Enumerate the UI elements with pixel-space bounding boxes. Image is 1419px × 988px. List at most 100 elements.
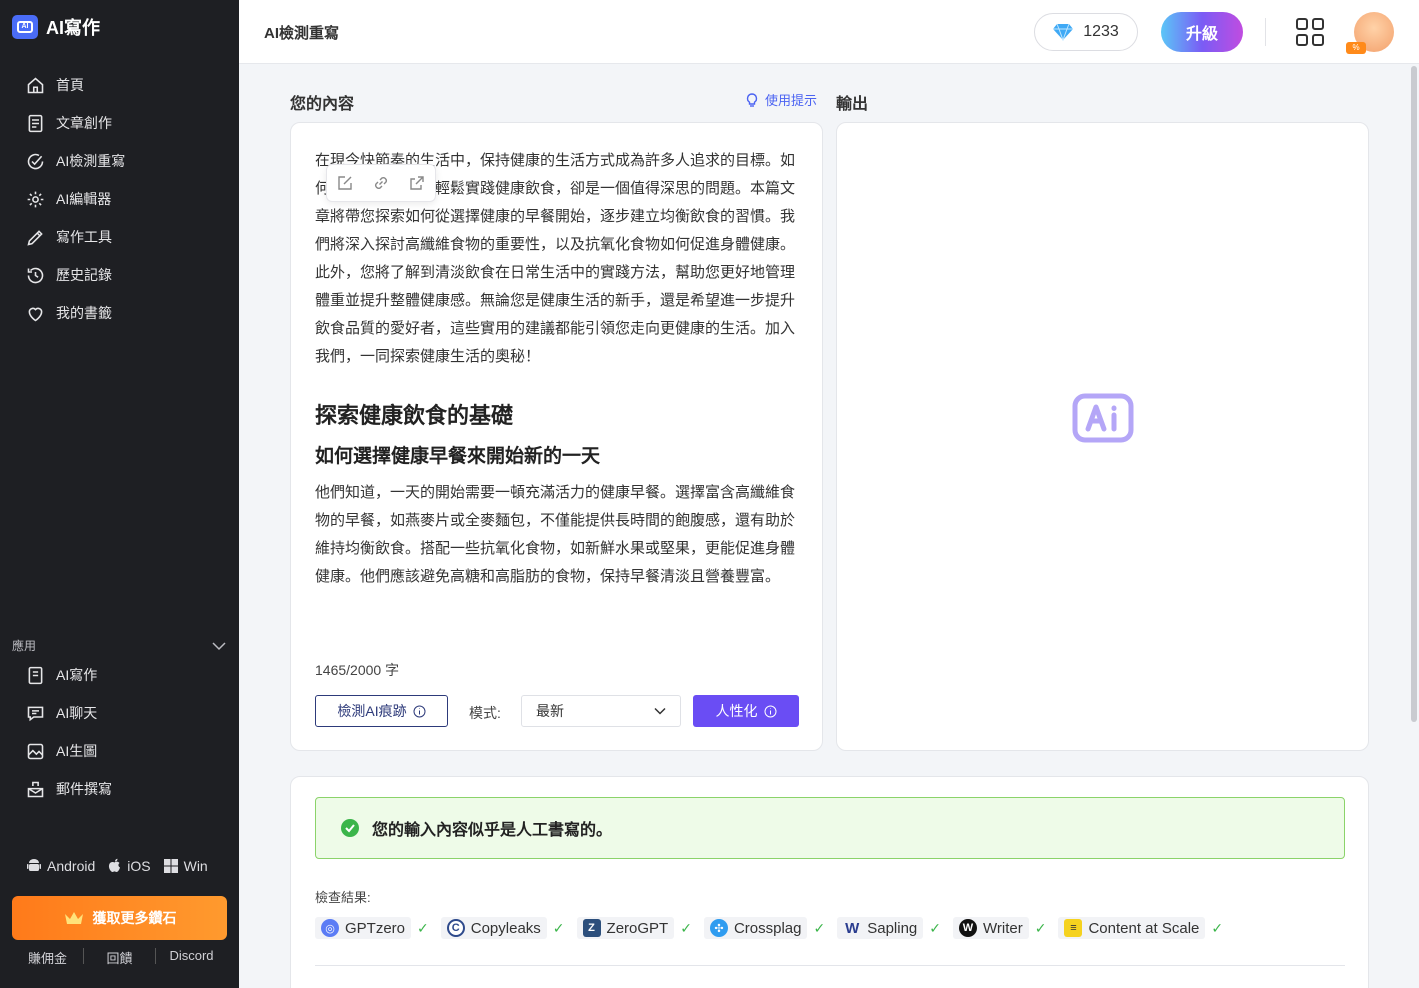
usage-tips-link[interactable]: 使用提示 — [744, 90, 817, 109]
top-bar: AI檢測重寫 1233 升級 % — [239, 0, 1419, 64]
diamond-icon — [1053, 23, 1074, 41]
humanize-button[interactable]: 人性化 — [693, 695, 799, 727]
checkmark-icon: ✓ — [552, 919, 565, 936]
divider — [1265, 18, 1266, 46]
result-message: 您的輸入內容似乎是人工書寫的。 — [372, 822, 613, 839]
link-commission[interactable]: 賺佣金 — [12, 948, 83, 967]
sidebar-item-writing-tools[interactable]: 寫作工具 — [0, 218, 239, 256]
external-link-icon[interactable] — [406, 172, 428, 194]
sidebar-item-label: 歷史記錄 — [56, 267, 112, 283]
link-discord[interactable]: Discord — [156, 948, 227, 967]
check-results-label: 檢查結果: — [315, 890, 371, 905]
detect-ai-label: 檢測AI痕跡 — [337, 703, 407, 719]
platform-label: iOS — [127, 858, 151, 874]
detector-name: GPTzero — [345, 919, 406, 937]
app-item-ai-image[interactable]: AI生圖 — [0, 732, 239, 770]
android-icon — [27, 859, 41, 871]
scrollbar[interactable] — [1411, 66, 1417, 722]
checkmark-icon: ✓ — [813, 919, 826, 936]
app-logo-icon: AI — [12, 15, 38, 39]
detector-crossplag: ✣ Crossplag ✓ — [703, 916, 826, 940]
lightbulb-icon — [746, 92, 758, 107]
diamond-count: 1233 — [1083, 23, 1119, 40]
checkmark-icon: ✓ — [1034, 919, 1047, 936]
gptzero-icon: ◎ — [321, 919, 339, 937]
detector-name: Writer — [983, 919, 1023, 937]
promo-badge: % — [1346, 42, 1366, 54]
cta-label: 獲取更多鑽石 — [92, 910, 177, 926]
success-check-icon — [341, 819, 359, 837]
apps-section-header[interactable]: 應用 — [12, 637, 226, 654]
input-section-label: 您的內容 — [290, 96, 355, 113]
divider — [315, 965, 1345, 966]
image-icon — [27, 743, 44, 759]
apple-icon — [109, 858, 121, 872]
platform-label: Android — [47, 858, 96, 874]
humanize-label: 人性化 — [715, 703, 758, 719]
detector-writer: W Writer ✓ — [953, 916, 1046, 940]
sidebar-item-history[interactable]: 歷史記錄 — [0, 256, 239, 294]
sidebar-item-label: 文章創作 — [56, 115, 112, 131]
platform-windows[interactable]: Win — [163, 858, 208, 874]
app-item-label: AI生圖 — [56, 743, 98, 759]
zerogpt-icon: Z — [582, 919, 601, 937]
sidebar-item-bookmarks[interactable]: 我的書籤 — [0, 294, 239, 332]
checkmark-icon: ✓ — [680, 919, 692, 936]
chat-icon — [27, 706, 44, 721]
detector-copyleaks: C Copyleaks ✓ — [440, 916, 565, 940]
chevron-down-icon — [212, 641, 226, 650]
page-title: AI檢測重寫 — [264, 25, 340, 42]
sidebar-item-label: 寫作工具 — [56, 229, 112, 245]
apps-list: AI寫作 AI聊天 AI生圖 郵件撰寫 — [0, 656, 239, 808]
diamond-balance[interactable]: 1233 — [1034, 13, 1138, 51]
history-icon — [27, 267, 44, 283]
sidebar-item-label: AI編輯器 — [56, 191, 112, 207]
platform-label: Win — [183, 858, 208, 874]
detector-name: Content at Scale — [1088, 919, 1200, 937]
apps-grid-icon[interactable] — [1295, 17, 1325, 47]
brand[interactable]: AI AI寫作 — [12, 14, 100, 40]
windows-icon — [163, 859, 178, 873]
platform-ios[interactable]: iOS — [107, 858, 151, 874]
content-at-scale-icon: ≡ — [1064, 919, 1083, 937]
detector-name: Copyleaks — [470, 919, 541, 937]
app-item-mail[interactable]: 郵件撰寫 — [0, 770, 239, 808]
main-nav: 首頁 文章創作 AI檢測重寫 AI編輯器 寫作工具 歷史記錄 我的書籤 — [0, 66, 239, 332]
detector-sapling: W Sapling ✓ — [837, 916, 941, 940]
mail-icon — [27, 781, 44, 797]
document-icon — [28, 114, 43, 132]
detector-content-at-scale: ≡ Content at Scale ✓ — [1058, 916, 1223, 940]
detector-name: Crossplag — [733, 919, 802, 937]
heart-icon — [28, 307, 43, 321]
info-icon — [413, 705, 426, 717]
avatar[interactable]: % — [1346, 12, 1394, 54]
usage-tips-label: 使用提示 — [765, 93, 818, 108]
app-item-label: 郵件撰寫 — [56, 781, 112, 797]
app-item-label: AI寫作 — [56, 667, 98, 683]
content-editor[interactable]: 在現今快節奏的生活中，保持健康的生活方式成為許多人追求的目標。如何在忙碌的日常中… — [315, 147, 800, 647]
detect-ai-button[interactable]: 檢測AI痕跡 — [315, 695, 448, 727]
link-icon[interactable] — [370, 172, 392, 194]
write-app-icon — [28, 666, 43, 684]
word-count: 1465/2000 字 — [315, 662, 400, 678]
sidebar-item-label: AI檢測重寫 — [56, 153, 126, 169]
sidebar-item-ai-detect[interactable]: AI檢測重寫 — [0, 142, 239, 180]
platform-android[interactable]: Android — [26, 858, 95, 874]
get-more-diamonds-button[interactable]: 獲取更多鑽石 — [12, 896, 227, 940]
mode-value: 最新 — [536, 703, 564, 719]
chevron-down-icon — [654, 707, 666, 715]
apps-header-label: 應用 — [12, 639, 37, 653]
edit-icon[interactable] — [334, 172, 356, 194]
sidebar-item-ai-editor[interactable]: AI編輯器 — [0, 180, 239, 218]
home-icon — [27, 76, 44, 93]
sidebar-item-label: 我的書籤 — [56, 305, 112, 321]
sidebar-item-home[interactable]: 首頁 — [0, 66, 239, 104]
sidebar-item-article[interactable]: 文章創作 — [0, 104, 239, 142]
input-card: 在現今快節奏的生活中，保持健康的生活方式成為許多人追求的目標。如何在忙碌的日常中… — [290, 122, 823, 751]
upgrade-button[interactable]: 升級 — [1161, 12, 1243, 52]
app-item-ai-chat[interactable]: AI聊天 — [0, 694, 239, 732]
mode-select[interactable]: 最新 — [521, 695, 681, 727]
app-item-ai-writing[interactable]: AI寫作 — [0, 656, 239, 694]
link-feedback[interactable]: 回饋 — [84, 948, 155, 967]
detector-gptzero: ◎ GPTzero ✓ — [315, 916, 429, 940]
